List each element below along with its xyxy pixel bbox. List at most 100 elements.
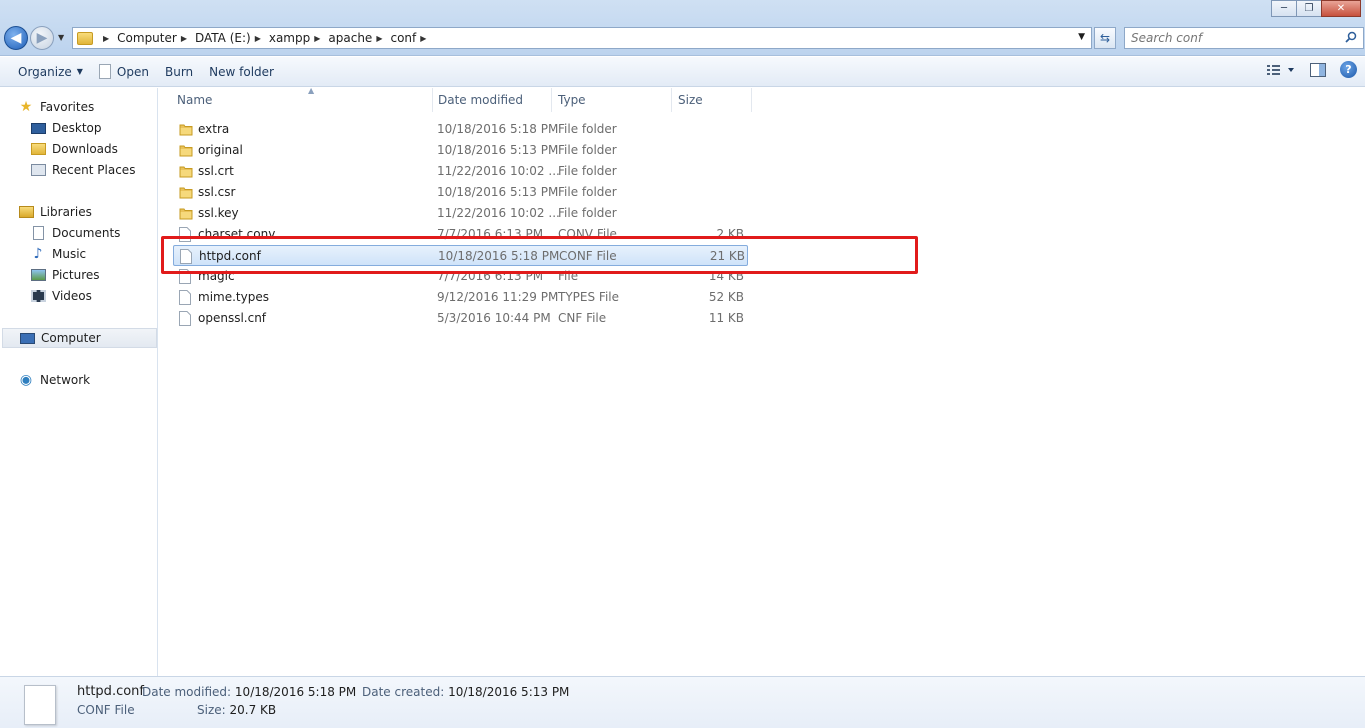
file-type: TYPES File	[558, 290, 619, 304]
file-date-modified: 10/18/2016 5:18 PM	[437, 122, 559, 136]
chevron-right-icon[interactable]: ▶	[376, 34, 382, 43]
nav-item-pictures[interactable]: Pictures	[30, 265, 100, 285]
column-header-size[interactable]: Size	[672, 88, 752, 112]
file-name: ssl.crt	[198, 164, 234, 178]
nav-favorites[interactable]: ★ Favorites	[18, 97, 95, 117]
maximize-button[interactable]: ❐	[1296, 0, 1322, 17]
file-row[interactable]: httpd.conf 10/18/2016 5:18 PM CONF File 21 …	[173, 245, 748, 266]
chevron-down-icon: ▼	[76, 67, 83, 76]
nav-network[interactable]: ◉ Network	[18, 370, 90, 390]
file-date-modified: 10/18/2016 5:13 PM	[437, 185, 559, 199]
column-header-name[interactable]: Name ▲	[171, 86, 433, 112]
nav-item-recent-places[interactable]: Recent Places	[30, 160, 135, 180]
details-date-modified: Date modified: 10/18/2016 5:18 PM	[142, 685, 356, 699]
chevron-right-icon[interactable]: ▶	[181, 34, 187, 43]
file-row[interactable]: mime.types 9/12/2016 11:29 PM TYPES File 52…	[173, 287, 748, 308]
nav-item-label: Downloads	[52, 142, 118, 156]
nav-item-downloads[interactable]: Downloads	[30, 139, 118, 159]
file-row[interactable]: charset.conv 7/7/2016 6:13 PM CONV File 2 K…	[173, 224, 748, 245]
forward-arrow-icon: ▶	[36, 30, 48, 46]
forward-button[interactable]: ▶	[30, 26, 54, 50]
file-type: File folder	[558, 143, 617, 157]
column-header-label: Name	[177, 93, 213, 107]
chevron-right-icon[interactable]: ▶	[420, 34, 426, 43]
preview-pane-icon	[1310, 62, 1326, 77]
breadcrumb-item[interactable]: ▶ Computer	[99, 31, 177, 45]
nav-item-label: Music	[52, 247, 87, 261]
file-row[interactable]: openssl.cnf 5/3/2016 10:44 PM CNF File 11 K…	[173, 308, 748, 329]
folder-icon	[179, 164, 193, 181]
breadcrumb: ▶ Computer ▶ DATA (E:) ▶ xampp ▶ apache ▶ conf ▶	[99, 31, 434, 45]
details-label: Date modified:	[142, 685, 232, 699]
nav-favorites-label: Favorites	[40, 100, 95, 114]
breadcrumb-item[interactable]: ▶ DATA (E:)	[177, 31, 251, 45]
file-row[interactable]: original 10/18/2016 5:13 PM File folder	[173, 140, 748, 161]
breadcrumb-item[interactable]: ▶ conf	[372, 31, 416, 45]
file-type: File	[558, 269, 579, 283]
file-size: 21 KB	[709, 249, 745, 263]
breadcrumb-label: xampp	[268, 31, 311, 45]
nav-item-label: Documents	[52, 226, 121, 240]
chevron-right-icon[interactable]: ▶	[103, 34, 109, 43]
file-row[interactable]: ssl.crt 11/22/2016 10:02 ... File folder	[173, 161, 748, 182]
views-icon	[1267, 64, 1294, 75]
navigation-pane: ★ Favorites Desktop Downloads Recent Pla…	[0, 88, 158, 676]
help-icon[interactable]: ?	[1340, 61, 1357, 78]
file-row[interactable]: ssl.key 11/22/2016 10:02 ... File folder	[173, 203, 748, 224]
nav-item-videos[interactable]: Videos	[30, 286, 92, 306]
breadcrumb-item[interactable]: ▶ xampp	[251, 31, 311, 45]
preview-pane-button[interactable]	[1310, 62, 1326, 77]
file-icon	[180, 249, 192, 267]
nav-computer[interactable]: Computer	[2, 328, 157, 348]
desktop-icon	[30, 121, 46, 135]
nav-item-documents[interactable]: Documents	[30, 223, 120, 243]
open-label: Open	[116, 64, 149, 79]
details-value: 10/18/2016 5:13 PM	[448, 685, 570, 699]
open-button[interactable]: Open	[91, 60, 157, 84]
chevron-right-icon[interactable]: ▶	[314, 34, 320, 43]
nav-network-label: Network	[40, 373, 91, 387]
file-icon	[179, 227, 191, 245]
nav-item-label: Pictures	[52, 268, 100, 282]
address-bar[interactable]: ▶ Computer ▶ DATA (E:) ▶ xampp ▶ apache ▶ conf ▶ ▼	[72, 27, 1092, 49]
file-row[interactable]: ssl.csr 10/18/2016 5:13 PM File folder	[173, 182, 748, 203]
file-type: CNF File	[558, 311, 607, 325]
column-header-date[interactable]: Date modified	[432, 88, 552, 112]
file-icon	[179, 311, 191, 329]
file-row[interactable]: magic 7/7/2016 6:13 PM File 14 KB	[173, 266, 748, 287]
file-row[interactable]: extra 10/18/2016 5:18 PM File folder	[173, 119, 748, 140]
nav-libraries[interactable]: Libraries	[18, 202, 92, 222]
back-button[interactable]: ◀	[4, 26, 28, 50]
minimize-button[interactable]: ─	[1271, 0, 1297, 17]
file-name: charset.conv	[198, 227, 276, 241]
sort-ascending-icon: ▲	[308, 86, 315, 95]
nav-item-desktop[interactable]: Desktop	[30, 118, 102, 138]
computer-icon	[19, 331, 35, 345]
file-icon	[98, 64, 111, 79]
file-date-modified: 11/22/2016 10:02 ...	[437, 164, 560, 178]
refresh-button[interactable]: ⇆	[1094, 27, 1116, 49]
file-name: httpd.conf	[199, 249, 261, 263]
downloads-folder-icon	[30, 142, 46, 156]
file-date-modified: 7/7/2016 6:13 PM	[437, 269, 544, 283]
address-dropdown-icon[interactable]: ▼	[1078, 32, 1085, 42]
recent-places-icon	[30, 163, 46, 177]
search-input[interactable]	[1131, 31, 1331, 45]
details-label: Size:	[197, 703, 226, 717]
search-box[interactable]	[1124, 27, 1364, 49]
close-button[interactable]: ✕	[1321, 0, 1361, 17]
file-date-modified: 9/12/2016 11:29 PM	[437, 290, 559, 304]
recent-pages-dropdown-icon[interactable]: ▼	[58, 33, 64, 42]
organize-button[interactable]: Organize ▼	[10, 60, 91, 84]
nav-libraries-label: Libraries	[40, 205, 92, 219]
breadcrumb-item[interactable]: ▶ apache	[310, 31, 372, 45]
pictures-icon	[30, 268, 46, 282]
column-header-type[interactable]: Type	[552, 88, 672, 112]
chevron-right-icon[interactable]: ▶	[255, 34, 261, 43]
new-folder-button[interactable]: New folder	[201, 60, 282, 84]
change-view-button[interactable]	[1266, 63, 1296, 77]
nav-item-music[interactable]: ♪ Music	[30, 244, 87, 264]
file-date-modified: 10/18/2016 5:13 PM	[437, 143, 559, 157]
burn-button[interactable]: Burn	[157, 60, 201, 84]
search-icon[interactable]	[1345, 31, 1357, 43]
